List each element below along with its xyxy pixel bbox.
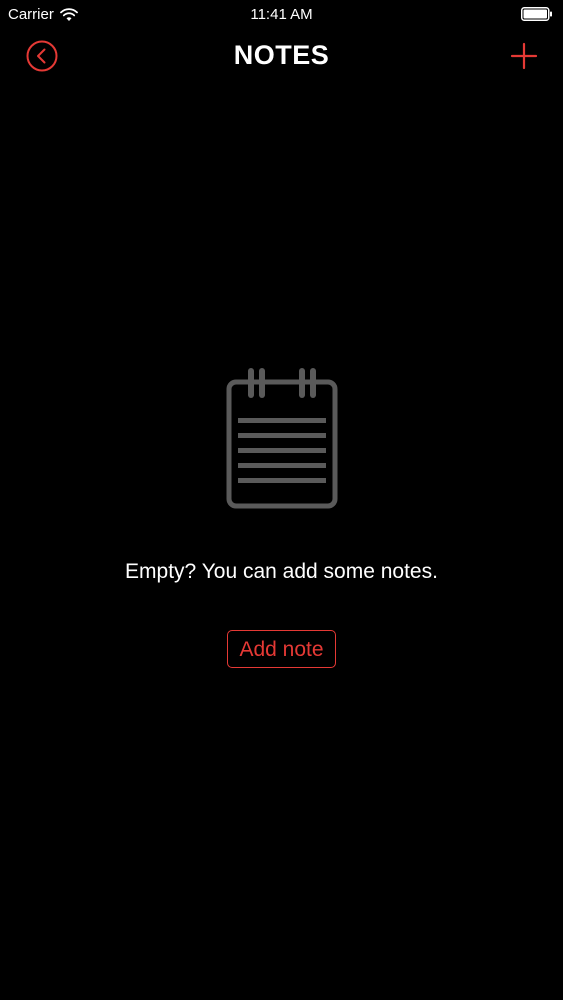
empty-state: Empty? You can add some notes. Add note: [0, 360, 563, 668]
notepad-icon: [226, 368, 337, 509]
add-note-button[interactable]: Add note: [227, 630, 336, 668]
empty-message: Empty? You can add some notes.: [125, 560, 438, 583]
battery-full-icon: [521, 7, 552, 21]
add-note-plus-button[interactable]: [510, 42, 538, 70]
status-time: 11:41 AM: [250, 6, 313, 23]
status-bar: Carrier 11:41 AM: [0, 0, 563, 30]
navigation-bar: NOTES: [0, 30, 563, 82]
page-title: NOTES: [233, 40, 330, 70]
